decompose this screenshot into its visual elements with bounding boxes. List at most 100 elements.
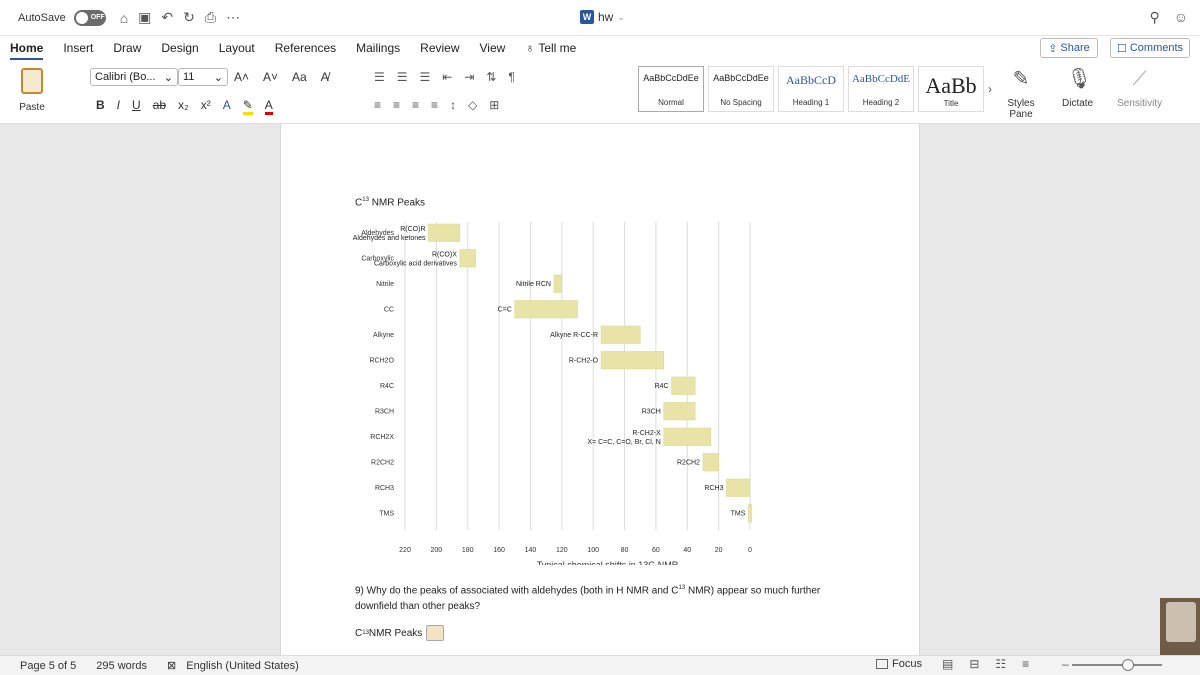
x-tick-label: 80 (621, 547, 629, 554)
align-right-icon[interactable]: ≡ (412, 98, 419, 112)
tab-mailings[interactable]: Mailings (356, 41, 400, 55)
range-bar (702, 453, 719, 472)
grow-font-icon[interactable]: A˄ (234, 70, 249, 84)
underline-icon[interactable]: U (132, 98, 141, 115)
sensitivity-button[interactable]: ⟋ Sensitivity (1117, 66, 1162, 120)
print-layout-icon[interactable]: ▤ (942, 657, 953, 671)
line-spacing-icon[interactable]: ↕ (450, 98, 456, 112)
tab-references[interactable]: References (275, 41, 336, 55)
zoom-slider-thumb[interactable] (1122, 659, 1134, 671)
style-name: Heading 2 (862, 98, 900, 107)
style-title[interactable]: AaBb Title (918, 66, 984, 112)
home-icon[interactable]: ⌂ (120, 10, 128, 26)
bullets-icon[interactable]: ☰ (374, 70, 385, 84)
print-icon[interactable]: ⎙ (205, 9, 216, 26)
more-icon[interactable]: ⋯ (226, 9, 240, 26)
undo-icon[interactable]: ↶ (161, 9, 173, 26)
tell-me-label: Tell me (538, 41, 577, 55)
chevron-right-icon[interactable]: › (988, 82, 992, 96)
dictate-button[interactable]: 🎙 Dictate (1062, 66, 1093, 120)
tell-me[interactable]: ♁ Tell me (525, 41, 576, 55)
share-button[interactable]: ⇪ Share (1040, 38, 1098, 58)
increase-indent-icon[interactable]: ⇥ (464, 70, 474, 84)
style-normal[interactable]: AaBbCcDdEe Normal (638, 66, 704, 112)
focus-button[interactable]: Focus (876, 658, 922, 670)
autosave-state: OFF (90, 14, 105, 21)
tab-home[interactable]: Home (10, 41, 44, 60)
tab-review[interactable]: Review (420, 41, 459, 55)
tab-insert[interactable]: Insert (63, 41, 93, 55)
style-preview: AaBb (925, 73, 977, 98)
styles-gallery: AaBbCcDdEe Normal AaBbCcDdEe No Spacing … (638, 66, 992, 112)
subscript-icon[interactable]: x₂ (178, 98, 189, 115)
clear-format-icon[interactable]: A̸ (321, 70, 329, 84)
italic-icon[interactable]: I (117, 98, 120, 115)
justify-icon[interactable]: ≡ (431, 98, 438, 112)
font-size-select[interactable]: 11 ⌄ (178, 68, 228, 86)
change-case-button[interactable]: Aa (292, 70, 307, 84)
bold-icon[interactable]: B (96, 98, 105, 115)
styles-pane-button[interactable]: ✎ Styles Pane (1004, 66, 1038, 120)
range-bar (748, 504, 752, 523)
paste-options-icon[interactable] (426, 625, 445, 641)
redo-icon[interactable]: ↻ (183, 9, 195, 26)
web-layout-icon[interactable]: ⊟ (969, 657, 979, 671)
style-heading-1[interactable]: AaBbCcD Heading 1 (778, 66, 844, 112)
nmr-chart[interactable]: 220 200 180 160 140 120 100 80 60 40 20 0 Aldehydes C… (350, 220, 760, 565)
tab-view[interactable]: View (480, 41, 506, 55)
nmr-chart-svg: 220 200 180 160 140 120 100 80 60 40 20 0AldehydesC… (353, 222, 752, 565)
strikethrough-icon[interactable]: ab (153, 98, 166, 115)
pilcrow-icon[interactable]: ¶ (508, 70, 514, 84)
autosave-toggle[interactable]: OFF (73, 9, 106, 26)
zoom-slider[interactable] (1072, 659, 1162, 671)
x-tick-label: 100 (587, 547, 599, 554)
font-name-select[interactable]: Calibri (Bo... ⌄ (90, 68, 178, 86)
style-no-spacing[interactable]: AaBbCcDdEe No Spacing (708, 66, 774, 112)
language[interactable]: English (United States) (186, 660, 299, 672)
word-icon: W (580, 10, 594, 24)
style-heading-2[interactable]: AaBbCcDdE Heading 2 (848, 66, 914, 112)
comments-button[interactable]: ☐ Comments (1110, 38, 1190, 58)
highlight-icon[interactable]: ✎ (242, 98, 253, 115)
range-label: R-CH2-O (569, 358, 599, 365)
save-icon[interactable]: ▣ (138, 9, 151, 26)
x-tick-label: 0 (748, 547, 752, 554)
page-count[interactable]: Page 5 of 5 (20, 660, 76, 672)
tab-design[interactable]: Design (161, 41, 198, 55)
tab-draw[interactable]: Draw (113, 41, 141, 55)
superscript-icon[interactable]: x² (201, 98, 211, 115)
range-label: R4C (655, 383, 669, 390)
x-tick-label: 60 (652, 547, 660, 554)
document-title[interactable]: W hw ⌄ (580, 10, 625, 24)
draft-icon[interactable]: ≡ (1022, 657, 1029, 671)
range-sublabel: X= C=C, C=O, Br, Cl, N (587, 439, 660, 446)
range-label: R2CH2 (677, 460, 700, 467)
multilevel-list-icon[interactable]: ☰ (420, 70, 431, 84)
range-bar (726, 478, 751, 497)
text-effects-icon[interactable]: A (223, 98, 231, 115)
borders-icon[interactable]: ⊞ (489, 98, 499, 112)
align-left-icon[interactable]: ≡ (374, 98, 381, 112)
style-name: Normal (658, 98, 684, 107)
style-preview: AaBbCcD (786, 73, 836, 87)
shading-icon[interactable]: ◇ (468, 98, 477, 112)
dictate-label: Dictate (1062, 98, 1094, 109)
decrease-indent-icon[interactable]: ⇤ (442, 70, 452, 84)
outline-icon[interactable]: ☷ (995, 657, 1006, 671)
paste-button[interactable]: Paste (12, 66, 52, 113)
numbering-icon[interactable]: ☰ (397, 70, 408, 84)
heading-rest: NMR Peaks (368, 197, 426, 209)
sort-icon[interactable]: ⇅ (486, 70, 496, 84)
smiley-icon[interactable]: ☺ (1174, 9, 1188, 26)
font-color-icon[interactable]: A (264, 98, 273, 115)
zoom-out-icon[interactable]: – (1062, 657, 1069, 671)
search-icon[interactable]: ⚲ (1149, 9, 1159, 26)
word-count[interactable]: 295 words (96, 660, 147, 672)
range-label: R(CO)R (400, 226, 425, 233)
align-center-icon[interactable]: ≡ (393, 98, 400, 112)
shrink-font-icon[interactable]: A˅ (263, 70, 278, 84)
proofing-icon[interactable]: ⊠ (167, 659, 176, 672)
range-bar (553, 274, 563, 293)
tab-layout[interactable]: Layout (219, 41, 255, 55)
y-category-label: R3CH (375, 408, 394, 415)
